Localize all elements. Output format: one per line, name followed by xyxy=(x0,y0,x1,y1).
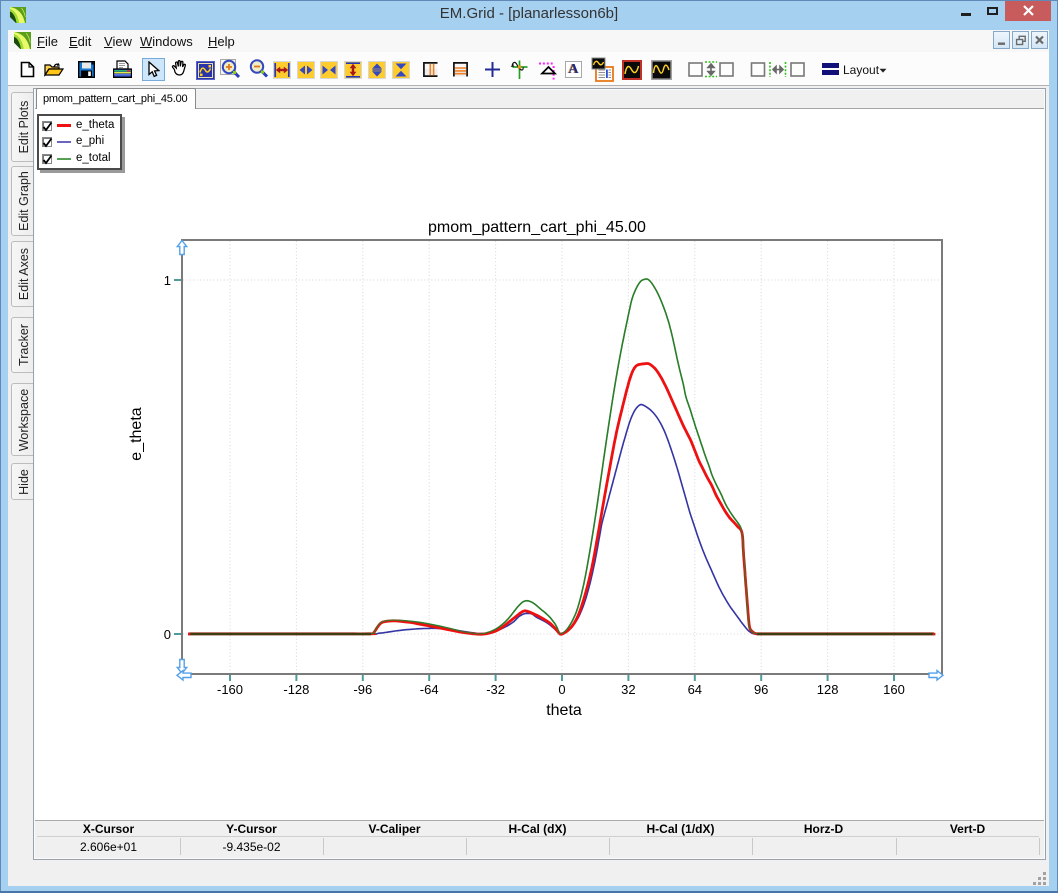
svg-text:160: 160 xyxy=(883,682,905,697)
svg-text:pmom_pattern_cart_phi_45.00: pmom_pattern_cart_phi_45.00 xyxy=(428,219,646,236)
svg-text:1: 1 xyxy=(164,273,171,288)
svg-text:128: 128 xyxy=(817,682,839,697)
svg-text:96: 96 xyxy=(754,682,768,697)
svg-text:-96: -96 xyxy=(353,682,372,697)
svg-text:-32: -32 xyxy=(486,682,505,697)
svg-text:-160: -160 xyxy=(217,682,243,697)
svg-text:32: 32 xyxy=(621,682,635,697)
svg-text:e_theta: e_theta xyxy=(128,407,145,460)
svg-text:0: 0 xyxy=(558,682,565,697)
svg-text:0: 0 xyxy=(164,627,171,642)
svg-text:64: 64 xyxy=(688,682,702,697)
svg-text:-64: -64 xyxy=(420,682,439,697)
svg-text:theta: theta xyxy=(546,702,582,719)
svg-text:-128: -128 xyxy=(283,682,309,697)
